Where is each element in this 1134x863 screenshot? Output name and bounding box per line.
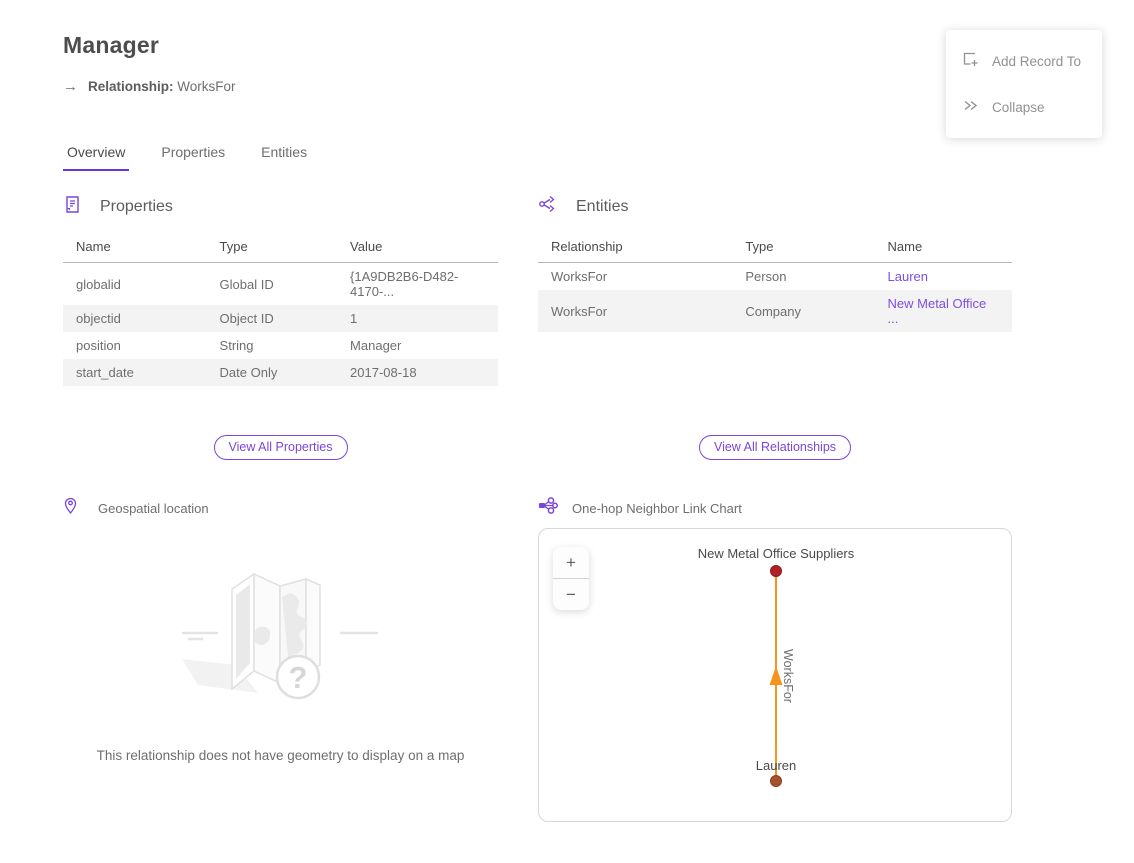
relationship-text: Relationship: WorksFor	[88, 79, 236, 94]
node-label-person: Lauren	[756, 758, 796, 773]
tab-properties[interactable]: Properties	[157, 144, 229, 171]
zoom-in-button[interactable]: +	[553, 547, 589, 578]
view-all-properties-button[interactable]: View All Properties	[214, 435, 348, 460]
cell-value: 1	[337, 305, 498, 332]
section-title: Entities	[576, 198, 628, 216]
entities-table: Relationship Type Name WorksFor Person L…	[538, 232, 1012, 332]
link-chart-header: One-hop Neighbor Link Chart	[538, 498, 1012, 518]
menu-item-label: Add Record To	[992, 54, 1081, 69]
section-title: Properties	[100, 198, 173, 216]
properties-table: Name Type Value globalid Global ID {1A9D…	[63, 232, 498, 386]
menu-item-collapse[interactable]: Collapse	[946, 84, 1102, 130]
entity-link[interactable]: New Metal Office ...	[875, 290, 1012, 332]
cell-type: Date Only	[207, 359, 338, 386]
node-label-company: New Metal Office Suppliers	[698, 546, 855, 561]
geospatial-section: Geospatial location	[63, 498, 498, 518]
cell-relationship: WorksFor	[538, 263, 732, 291]
table-header-row: Name Type Value	[63, 232, 498, 263]
menu-item-add-record-to[interactable]: Add Record To	[946, 38, 1102, 84]
no-geometry-message: This relationship does not have geometry…	[63, 748, 498, 763]
properties-icon	[63, 195, 82, 219]
map-placeholder-illustration: ?	[140, 556, 420, 731]
table-row: WorksFor Company New Metal Office ...	[538, 290, 1012, 332]
zoom-controls: + −	[553, 547, 589, 610]
column-header-name: Name	[63, 232, 207, 263]
link-chart-canvas[interactable]: WorksFor New Metal Office Suppliers Laur…	[538, 528, 1012, 822]
tab-bar: Overview Properties Entities	[63, 144, 311, 171]
section-title: Geospatial location	[98, 501, 209, 516]
cell-value: {1A9DB2B6-D482-4170-...	[337, 263, 498, 306]
right-arrow-icon: →	[63, 78, 78, 95]
column-header-type: Type	[207, 232, 338, 263]
properties-section: Properties Name Type Value globalid Glob…	[63, 196, 498, 386]
entities-header: Entities	[538, 196, 1012, 218]
cell-type: String	[207, 332, 338, 359]
cell-name: globalid	[63, 263, 207, 306]
node-person[interactable]	[771, 776, 782, 787]
cell-type: Object ID	[207, 305, 338, 332]
edge-label: WorksFor	[781, 649, 795, 703]
table-row: start_date Date Only 2017-08-18	[63, 359, 498, 386]
map-pin-icon	[63, 497, 78, 520]
column-header-relationship: Relationship	[538, 232, 732, 263]
tab-overview[interactable]: Overview	[63, 144, 129, 171]
cell-name: objectid	[63, 305, 207, 332]
edge-arrow-icon	[770, 666, 783, 685]
menu-item-label: Collapse	[992, 100, 1045, 115]
table-row: globalid Global ID {1A9DB2B6-D482-4170-.…	[63, 263, 498, 306]
entities-section: Entities Relationship Type Name WorksFor…	[538, 196, 1012, 332]
cell-type: Person	[732, 263, 874, 291]
column-header-name: Name	[875, 232, 1012, 263]
column-header-type: Type	[732, 232, 874, 263]
cell-value: Manager	[337, 332, 498, 359]
relationship-label: Relationship:	[88, 79, 174, 94]
table-row: position String Manager	[63, 332, 498, 359]
zoom-out-button[interactable]: −	[553, 579, 589, 610]
tab-entities[interactable]: Entities	[257, 144, 311, 171]
cell-name: position	[63, 332, 207, 359]
entities-icon	[538, 195, 558, 219]
add-record-icon	[962, 51, 979, 71]
cell-type: Company	[732, 290, 874, 332]
link-chart-icon	[538, 497, 558, 519]
table-row: WorksFor Person Lauren	[538, 263, 1012, 291]
relationship-value: WorksFor	[177, 79, 235, 94]
table-header-row: Relationship Type Name	[538, 232, 1012, 263]
section-title: One-hop Neighbor Link Chart	[572, 501, 742, 516]
page-title: Manager	[63, 32, 159, 59]
table-row: objectid Object ID 1	[63, 305, 498, 332]
geospatial-header: Geospatial location	[63, 498, 498, 518]
node-company[interactable]	[771, 566, 782, 577]
context-menu: Add Record To Collapse	[946, 30, 1102, 138]
column-header-value: Value	[337, 232, 498, 263]
link-chart-section: One-hop Neighbor Link Chart	[538, 498, 1012, 518]
cell-value: 2017-08-18	[337, 359, 498, 386]
cell-type: Global ID	[207, 263, 338, 306]
view-all-relationships-button[interactable]: View All Relationships	[699, 435, 851, 460]
question-mark-icon: ?	[289, 660, 308, 695]
cell-name: start_date	[63, 359, 207, 386]
relationship-breadcrumb: → Relationship: WorksFor	[63, 78, 236, 95]
properties-header: Properties	[63, 196, 498, 218]
entity-link[interactable]: Lauren	[875, 263, 1012, 291]
cell-relationship: WorksFor	[538, 290, 732, 332]
collapse-icon	[962, 97, 979, 117]
